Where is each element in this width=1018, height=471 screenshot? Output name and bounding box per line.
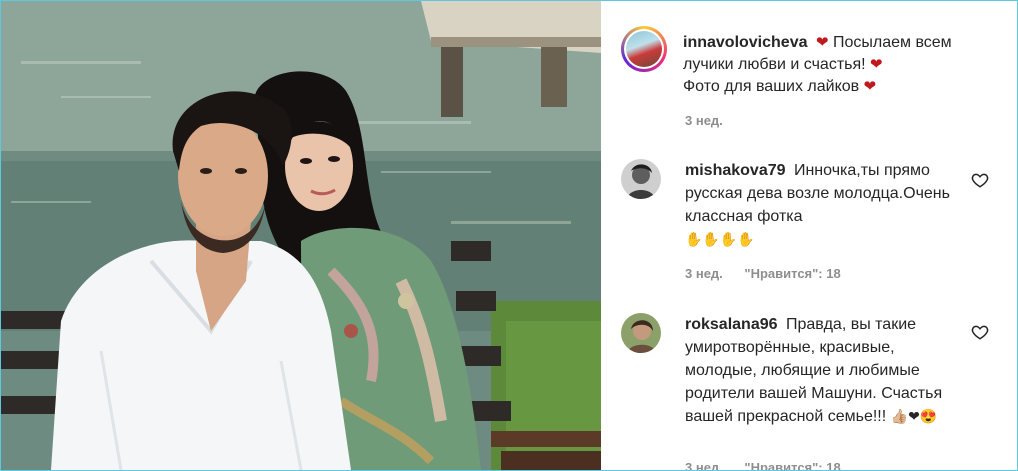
post-timestamp[interactable]: 3 нед. [685,113,723,128]
caption-line-2: Фото для ваших лайков [683,78,860,95]
heart-icon: ❤ [815,34,829,51]
comment-body: mishakova79 Инночка,ты прямо русская дев… [685,159,965,251]
heart-outline-icon[interactable] [971,323,989,341]
post-caption: innavolovicheva ❤ Посылаем всем лучики л… [683,32,983,98]
comment-timestamp[interactable]: 3 нед. [685,266,723,281]
comment-username[interactable]: roksalana96 [685,316,778,333]
author-avatar[interactable] [621,26,667,72]
heart-icon: ❤ [863,78,877,95]
post-photo[interactable] [1,1,601,470]
comment-meta: 3 нед. "Нравится": 18 [685,460,859,470]
comment-likes-count[interactable]: "Нравится": 18 [744,266,840,281]
avatar[interactable] [621,159,661,199]
heart-outline-icon[interactable] [971,171,989,189]
comment-username[interactable]: mishakova79 [685,162,786,179]
comments-panel: innavolovicheva ❤ Посылаем всем лучики л… [601,1,1017,470]
comment-body: roksalana96 Правда, вы такие умиротворён… [685,313,965,428]
comment-meta: 3 нед. "Нравится": 18 [685,266,859,281]
avatar[interactable] [621,313,661,353]
comment-emoji: 👍🏼❤😍 [890,408,938,424]
heart-icon: ❤ [870,56,883,73]
comment-likes-count[interactable]: "Нравится": 18 [744,460,840,470]
comment-timestamp[interactable]: 3 нед. [685,460,723,470]
post-modal: innavolovicheva ❤ Посылаем всем лучики л… [0,0,1018,471]
author-username[interactable]: innavolovicheva [683,34,808,51]
photo-illustration [1,1,601,470]
comment-emoji: ✋✋✋✋ [685,231,755,247]
author-avatar-image [626,31,662,67]
